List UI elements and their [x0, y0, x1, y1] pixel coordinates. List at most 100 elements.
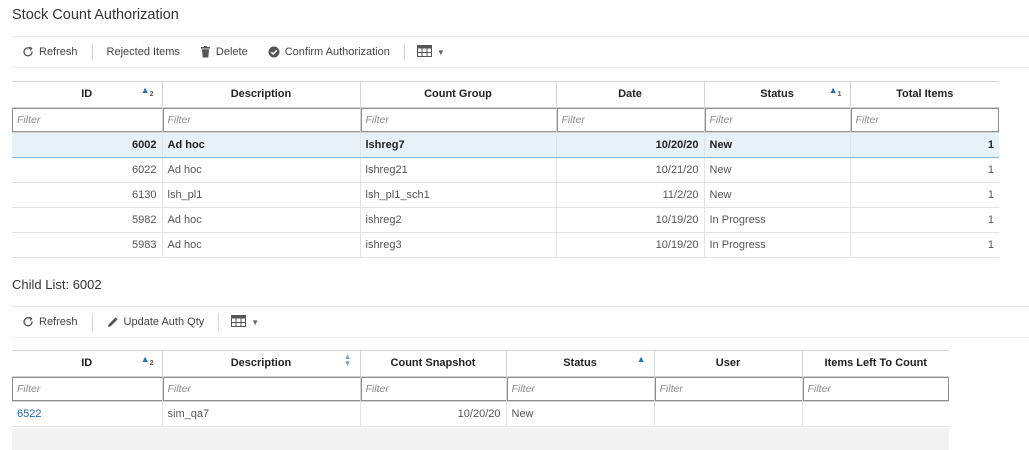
cell-count-group: ishreg3	[360, 232, 557, 258]
column-chooser-button[interactable]: ▼	[409, 44, 453, 60]
cell-description: Ad hoc	[162, 232, 361, 258]
child-filter-input-status[interactable]	[506, 376, 653, 400]
child-column-header-id[interactable]: ID ▲2	[12, 351, 163, 377]
chevron-down-icon: ▼	[436, 47, 445, 57]
child-filter-input-count-snapshot[interactable]	[360, 376, 505, 400]
column-header-id[interactable]: ID ▲2	[12, 82, 163, 108]
child-column-header-items-left[interactable]: Items Left To Count	[802, 351, 949, 377]
toolbar-separator	[91, 313, 93, 331]
child-cell-description: sim_qa7	[162, 401, 361, 427]
child-column-header-user[interactable]: User	[654, 351, 803, 377]
main-toolbar: Refresh Rejected Items Delete Confirm Au…	[12, 36, 1029, 68]
cell-id: 6130	[12, 182, 163, 208]
delete-label: Delete	[215, 46, 248, 58]
child-cell-user	[654, 401, 803, 427]
grid-header-row: ID ▲2 Description Count Group Date Status…	[12, 82, 999, 108]
check-circle-icon	[268, 46, 280, 58]
column-header-description[interactable]: Description	[162, 82, 361, 108]
cell-date: 10/19/20	[556, 232, 705, 258]
filter-row	[12, 107, 999, 133]
cell-status: In Progress	[704, 232, 851, 258]
child-filter-input-id[interactable]	[12, 376, 161, 400]
table-row[interactable]: 5982 Ad hoc ishreg2 10/19/20 In Progress…	[12, 207, 999, 233]
cell-description: Ad hoc	[162, 207, 361, 233]
grid-empty-area	[12, 428, 949, 450]
cell-total-items: 1	[850, 232, 999, 258]
refresh-icon	[22, 316, 34, 328]
toolbar-separator	[91, 43, 93, 61]
cell-id: 5983	[12, 232, 163, 258]
table-row[interactable]: 5983 Ad hoc ishreg3 10/19/20 In Progress…	[12, 232, 999, 258]
cell-description: lsh_pl1	[162, 182, 361, 208]
column-header-total-items[interactable]: Total Items	[850, 82, 999, 108]
update-auth-qty-label: Update Auth Qty	[123, 316, 205, 328]
cell-date: 11/2/20	[556, 182, 705, 208]
table-columns-icon	[416, 44, 432, 60]
update-auth-qty-button[interactable]: Update Auth Qty	[97, 307, 215, 337]
cell-status: New	[704, 182, 851, 208]
sort-asc-icon: ▲1	[828, 85, 842, 99]
cell-id: 5982	[12, 207, 163, 233]
confirm-authorization-button[interactable]: Confirm Authorization	[258, 37, 400, 67]
filter-input-description[interactable]	[162, 107, 359, 131]
cell-count-group: lshreg7	[360, 131, 557, 158]
column-header-count-group[interactable]: Count Group	[360, 82, 557, 108]
child-column-header-count-snapshot[interactable]: Count Snapshot	[360, 351, 507, 377]
child-column-header-status[interactable]: Status ▲	[506, 351, 655, 377]
pencil-icon	[107, 316, 119, 328]
child-column-chooser-button[interactable]: ▼	[223, 314, 267, 330]
refresh-button[interactable]: Refresh	[12, 37, 88, 67]
cell-count-group: ishreg2	[360, 207, 557, 233]
child-list-title: Child List: 6002	[12, 277, 102, 292]
child-id-link[interactable]: 6522	[17, 408, 41, 420]
child-toolbar: Refresh Update Auth Qty ▼	[12, 306, 1029, 338]
child-filter-row	[12, 376, 949, 402]
filter-input-id[interactable]	[12, 107, 161, 131]
cell-total-items: 1	[850, 182, 999, 208]
delete-button[interactable]: Delete	[190, 37, 258, 67]
cell-date: 10/21/20	[556, 157, 705, 183]
sort-asc-icon: ▲2	[140, 354, 154, 368]
child-cell-id[interactable]: 6522	[12, 401, 163, 427]
table-row[interactable]: 6522 sim_qa7 10/20/20 New	[12, 401, 949, 427]
cell-count-group: lshreg21	[360, 157, 557, 183]
child-filter-input-user[interactable]	[654, 376, 801, 400]
cell-status: New	[704, 131, 851, 158]
cell-count-group: lsh_pl1_sch1	[360, 182, 557, 208]
filter-input-count-group[interactable]	[360, 107, 555, 131]
trash-icon	[200, 46, 211, 58]
column-header-date[interactable]: Date	[556, 82, 705, 108]
child-filter-input-items-left[interactable]	[802, 376, 949, 400]
child-cell-status: New	[506, 401, 655, 427]
cell-total-items: 1	[850, 157, 999, 183]
child-list-grid: ID ▲2 Description ▲ ▼ Count Snapshot Status…	[12, 351, 949, 427]
child-cell-items-left	[802, 401, 949, 427]
chevron-down-icon: ▼	[251, 317, 260, 327]
column-header-status[interactable]: Status ▲1	[704, 82, 851, 108]
table-row[interactable]: 6130 lsh_pl1 lsh_pl1_sch1 11/2/20 New 1	[12, 182, 999, 208]
table-columns-icon	[231, 314, 247, 330]
cell-id: 6022	[12, 157, 163, 183]
child-column-header-description[interactable]: Description ▲ ▼	[162, 351, 361, 377]
cell-total-items: 1	[850, 207, 999, 233]
table-row[interactable]: 6002 Ad hoc lshreg7 10/20/20 New 1	[12, 131, 999, 158]
cell-status: In Progress	[704, 207, 851, 233]
rejected-items-button[interactable]: Rejected Items	[97, 37, 190, 67]
cell-description: Ad hoc	[162, 131, 361, 158]
child-refresh-button[interactable]: Refresh	[12, 307, 88, 337]
child-filter-input-description[interactable]	[162, 376, 359, 400]
filter-input-date[interactable]	[556, 107, 703, 131]
filter-input-total-items[interactable]	[850, 107, 999, 131]
confirm-authorization-label: Confirm Authorization	[284, 46, 390, 58]
toolbar-separator	[403, 43, 405, 61]
sort-both-icon: ▲ ▼	[343, 352, 352, 368]
cell-status: New	[704, 157, 851, 183]
table-row[interactable]: 6022 Ad hoc lshreg21 10/21/20 New 1	[12, 157, 999, 183]
child-cell-count-snapshot: 10/20/20	[360, 401, 507, 427]
rejected-items-label: Rejected Items	[106, 46, 180, 58]
child-grid-header-row: ID ▲2 Description ▲ ▼ Count Snapshot Status…	[12, 351, 949, 377]
sort-asc-icon: ▲	[636, 354, 646, 364]
toolbar-separator	[218, 313, 220, 331]
refresh-icon	[22, 46, 34, 58]
filter-input-status[interactable]	[704, 107, 849, 131]
